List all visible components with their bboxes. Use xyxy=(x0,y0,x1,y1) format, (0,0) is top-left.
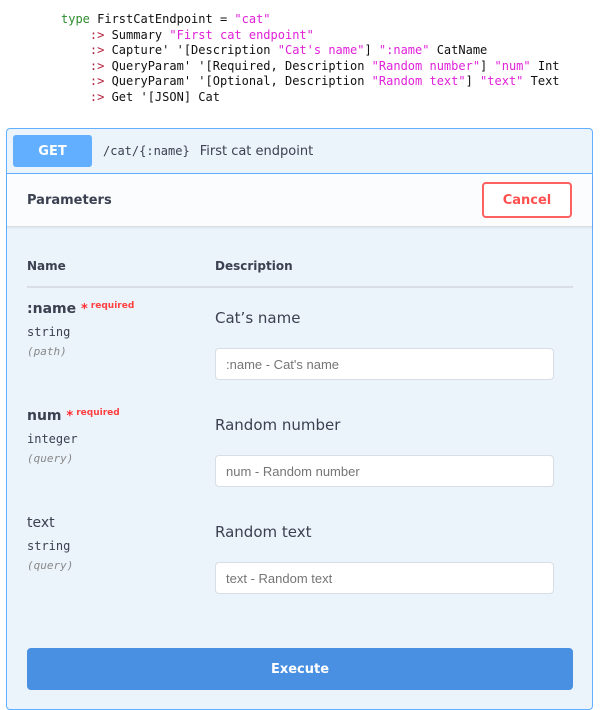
code-token: FirstCatEndpoint = xyxy=(89,12,235,26)
code-token: ] xyxy=(465,74,481,89)
code-token: :> xyxy=(89,43,105,58)
code-token: Int xyxy=(530,58,560,73)
param-description: Random number xyxy=(215,416,341,434)
required-star: * xyxy=(66,409,74,424)
param-type: integer xyxy=(27,432,78,446)
code-token: QueryParam' '[Optional, Description xyxy=(104,74,372,89)
parameters-bar: Parameters Cancel xyxy=(7,174,592,227)
param-type: string xyxy=(27,539,71,553)
required-star: * xyxy=(80,302,88,317)
code-token: ] xyxy=(480,58,495,73)
endpoint-summary: First cat endpoint xyxy=(199,143,314,159)
code-block: type FirstCatEndpoint = "cat" :> Summary… xyxy=(61,12,560,106)
param-row: num * required integer (query) Random num… xyxy=(27,408,573,508)
param-row: text string (query) Random text xyxy=(27,515,573,615)
code-token: "cat" xyxy=(234,12,271,26)
num-input[interactable] xyxy=(215,455,554,487)
param-row: :name * required string (path) Cat’s name xyxy=(27,301,573,401)
code-token: Text xyxy=(523,74,560,89)
code-token: "Random number" xyxy=(371,58,481,73)
code-token: ] xyxy=(364,43,379,58)
name-input[interactable] xyxy=(215,348,554,380)
code-token: type xyxy=(61,12,90,26)
cancel-button[interactable]: Cancel xyxy=(482,182,572,218)
code-token: :> xyxy=(89,89,105,104)
code-token: "text" xyxy=(480,74,524,89)
code-token: Capture' '[Description xyxy=(104,43,278,58)
required-label: required xyxy=(76,408,120,418)
code-token: "Cat's name" xyxy=(277,43,365,58)
code-token: :> xyxy=(89,27,105,42)
param-name-text: num xyxy=(27,408,62,424)
code-token: Get '[JSON] Cat xyxy=(104,89,220,104)
code-token: "First cat endpoint" xyxy=(169,27,314,42)
endpoint-panel: GET /cat/{:name} First cat endpoint Para… xyxy=(6,128,593,710)
parameters-title: Parameters xyxy=(27,192,112,208)
param-name-text: :name xyxy=(27,301,77,317)
code-token: QueryParam' '[Required, Description xyxy=(104,58,372,73)
code-token: :> xyxy=(89,58,105,73)
code-token: "num" xyxy=(494,58,531,73)
param-description: Cat’s name xyxy=(215,309,301,327)
code-token: ":name" xyxy=(378,43,430,58)
code-token: Summary xyxy=(104,27,170,42)
code-token: "Random text" xyxy=(371,74,466,89)
required-label: required xyxy=(90,301,135,311)
code-token: :> xyxy=(89,74,105,89)
endpoint-header[interactable]: GET /cat/{:name} First cat endpoint xyxy=(7,129,592,174)
endpoint-path: /cat/{:name} xyxy=(103,144,190,158)
method-badge: GET xyxy=(13,135,92,167)
column-header-name: Name xyxy=(27,259,66,273)
column-header-description: Description xyxy=(215,259,293,273)
divider xyxy=(27,286,573,288)
param-description: Random text xyxy=(215,523,312,541)
execute-button[interactable]: Execute xyxy=(27,648,573,690)
code-token: CatName xyxy=(429,43,488,58)
param-type: string xyxy=(27,325,71,339)
text-input[interactable] xyxy=(215,562,554,594)
